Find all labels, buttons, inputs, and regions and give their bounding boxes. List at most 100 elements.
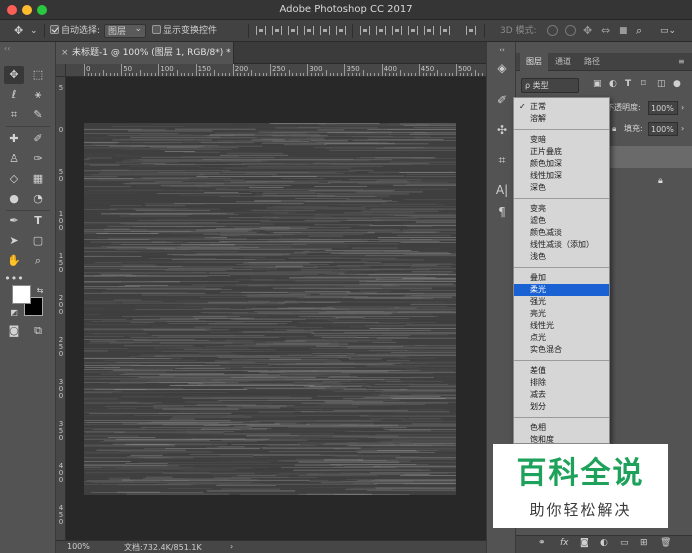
history-brush-tool-icon[interactable]: ✑ <box>28 150 48 168</box>
clone-stamp-tool-icon[interactable]: ♙ <box>4 150 24 168</box>
distribute-hcenter-icon[interactable] <box>424 26 434 35</box>
distribute-vcenter-icon[interactable] <box>376 26 386 35</box>
blend-mode-option[interactable]: 正片叠底 <box>514 146 609 158</box>
roll-3d-icon[interactable] <box>565 25 576 36</box>
blend-mode-option[interactable]: 线性光 <box>514 320 609 332</box>
search-icon[interactable]: ⌕ <box>636 24 642 38</box>
collapse-icons-icon[interactable]: ‹‹ <box>494 42 510 58</box>
pen-tool-icon[interactable]: ✒ <box>4 212 24 230</box>
blend-mode-option[interactable]: 浅色 <box>514 251 609 263</box>
fill-input[interactable]: 100% <box>648 122 678 136</box>
link-layers-icon[interactable]: ⚭ <box>538 538 546 548</box>
blend-mode-option[interactable]: 变暗 <box>514 134 609 146</box>
blend-mode-option[interactable]: ✓ 正常 <box>514 101 609 113</box>
align-right-icon[interactable] <box>336 26 346 35</box>
type-tool-icon[interactable]: T <box>28 212 48 230</box>
auto-select-checkbox[interactable]: 自动选择: <box>50 24 100 38</box>
status-menu-arrow-icon[interactable]: › <box>230 542 233 551</box>
foreground-color-swatch[interactable] <box>12 285 31 304</box>
workspace-switcher-icon[interactable]: ▭⌄ <box>660 24 676 38</box>
align-bottom-icon[interactable] <box>288 26 298 35</box>
gradient-tool-icon[interactable]: ▦ <box>28 170 48 188</box>
move-tool-icon[interactable]: ✥ <box>14 24 23 38</box>
blend-mode-option[interactable]: 排除 <box>514 377 609 389</box>
crop-panel-icon[interactable]: ⌗ <box>494 152 510 168</box>
blend-mode-option[interactable]: 强光 <box>514 296 609 308</box>
distribute-left-icon[interactable] <box>408 26 418 35</box>
horizontal-ruler[interactable]: 0 50 100 150 200 250 300 350 400 450 500 <box>66 64 486 77</box>
filter-adjustment-icon[interactable]: ◐ <box>609 79 617 89</box>
filter-pixel-icon[interactable]: ▣ <box>593 79 602 89</box>
character-panel-icon[interactable]: A| <box>494 182 510 198</box>
delete-layer-icon[interactable]: 🗑︎ <box>660 538 671 548</box>
rectangle-tool-icon[interactable]: ▢ <box>28 232 48 250</box>
blend-mode-option[interactable]: 溶解 <box>514 113 609 125</box>
pan-3d-icon[interactable]: ✥ <box>583 24 592 38</box>
shape-panel-icon[interactable]: ✣ <box>494 122 510 138</box>
tab-channels[interactable]: 通道 <box>549 53 577 71</box>
filter-toggle-icon[interactable]: ● <box>673 79 681 89</box>
layer-style-icon[interactable]: fx <box>560 538 569 548</box>
crop-tool-icon[interactable]: ⌗ <box>4 106 24 124</box>
blend-mode-option[interactable]: 差值 <box>514 365 609 377</box>
blend-mode-option[interactable]: 线性加深 <box>514 170 609 182</box>
filter-type-icon[interactable]: T <box>625 79 631 89</box>
blend-mode-option[interactable]: 点光 <box>514 332 609 344</box>
tool-preset-chevron-icon[interactable]: ⌄ <box>30 24 38 38</box>
blend-mode-option[interactable]: 饱和度 <box>514 434 609 443</box>
lock-all-icon[interactable]: 🔒︎ <box>612 122 616 136</box>
align-left-icon[interactable] <box>304 26 314 35</box>
vertical-ruler[interactable]: 5 0 5 0 1 0 0 1 5 0 2 0 0 2 5 0 3 0 0 3 5 0 4 0 0… <box>56 77 66 540</box>
blend-mode-option[interactable]: 划分 <box>514 401 609 413</box>
eraser-tool-icon[interactable]: ◇ <box>4 170 24 188</box>
blend-mode-option[interactable]: 颜色加深 <box>514 158 609 170</box>
brush-settings-icon[interactable]: ✐ <box>494 92 510 108</box>
layer-filter-select[interactable]: ρ 类型 <box>521 78 579 93</box>
blend-mode-option[interactable]: 颜色减淡 <box>514 227 609 239</box>
distribute-right-icon[interactable] <box>440 26 450 35</box>
blend-mode-option[interactable]: 叠加 <box>514 272 609 284</box>
blend-mode-option[interactable]: 深色 <box>514 182 609 194</box>
magic-wand-tool-icon[interactable]: ⚹ <box>28 86 48 104</box>
orbit-3d-icon[interactable] <box>547 25 558 36</box>
show-transform-checkbox[interactable]: 显示变换控件 <box>152 24 217 38</box>
dodge-tool-icon[interactable]: ◔ <box>28 190 48 208</box>
new-group-icon[interactable]: ▭ <box>620 538 629 548</box>
panel-menu-icon[interactable]: ≡ <box>672 53 691 71</box>
slide-3d-icon[interactable]: ⇔ <box>601 24 610 38</box>
align-hcenter-icon[interactable] <box>320 26 330 35</box>
zoom-tool-icon[interactable]: ⌕ <box>28 252 48 270</box>
align-vcenter-icon[interactable] <box>272 26 282 35</box>
hand-tool-icon[interactable]: ✋ <box>4 252 24 270</box>
paragraph-panel-icon[interactable]: ¶ <box>494 204 510 220</box>
opacity-input[interactable]: 100% <box>648 101 678 115</box>
blend-mode-option[interactable]: 柔光 <box>514 284 609 296</box>
blend-mode-option[interactable]: 线性减淡（添加） <box>514 239 609 251</box>
zoom-level[interactable]: 100% <box>67 542 90 551</box>
swap-colors-icon[interactable]: ⇆ <box>30 282 50 300</box>
filter-shape-icon[interactable]: ⌑ <box>641 79 646 89</box>
default-colors-icon[interactable]: ◩ <box>4 304 24 322</box>
screen-mode-icon[interactable]: ⧉ <box>28 322 48 340</box>
blend-mode-option[interactable]: 实色混合 <box>514 344 609 356</box>
adjustment-layer-icon[interactable]: ◐ <box>600 538 608 548</box>
distribute-top-icon[interactable] <box>360 26 370 35</box>
filter-smart-object-icon[interactable]: ◫ <box>657 79 666 89</box>
document-tab[interactable]: × 未标题-1 @ 100% (图层 1, RGB/8*) * <box>56 42 234 64</box>
blend-mode-option[interactable]: 滤色 <box>514 215 609 227</box>
blend-mode-option[interactable]: 亮光 <box>514 308 609 320</box>
opacity-chevron-icon[interactable]: › <box>681 101 684 115</box>
add-mask-icon[interactable]: ◙ <box>580 538 589 548</box>
tab-paths[interactable]: 路径 <box>578 53 606 71</box>
fill-chevron-icon[interactable]: › <box>681 122 684 136</box>
collapse-toolbox-icon[interactable]: ‹‹ <box>4 44 10 53</box>
auto-align-icon[interactable] <box>466 26 476 35</box>
move-tool-icon[interactable]: ✥ <box>4 66 24 84</box>
tab-layers[interactable]: 图层 <box>520 53 548 71</box>
auto-select-target-select[interactable]: 图层 <box>104 22 146 38</box>
document-canvas[interactable] <box>84 123 456 495</box>
blend-mode-option[interactable]: 减去 <box>514 389 609 401</box>
blend-mode-option[interactable]: 变亮 <box>514 203 609 215</box>
healing-brush-tool-icon[interactable]: ✚ <box>4 130 24 148</box>
lasso-tool-icon[interactable]: ℓ <box>4 86 24 104</box>
